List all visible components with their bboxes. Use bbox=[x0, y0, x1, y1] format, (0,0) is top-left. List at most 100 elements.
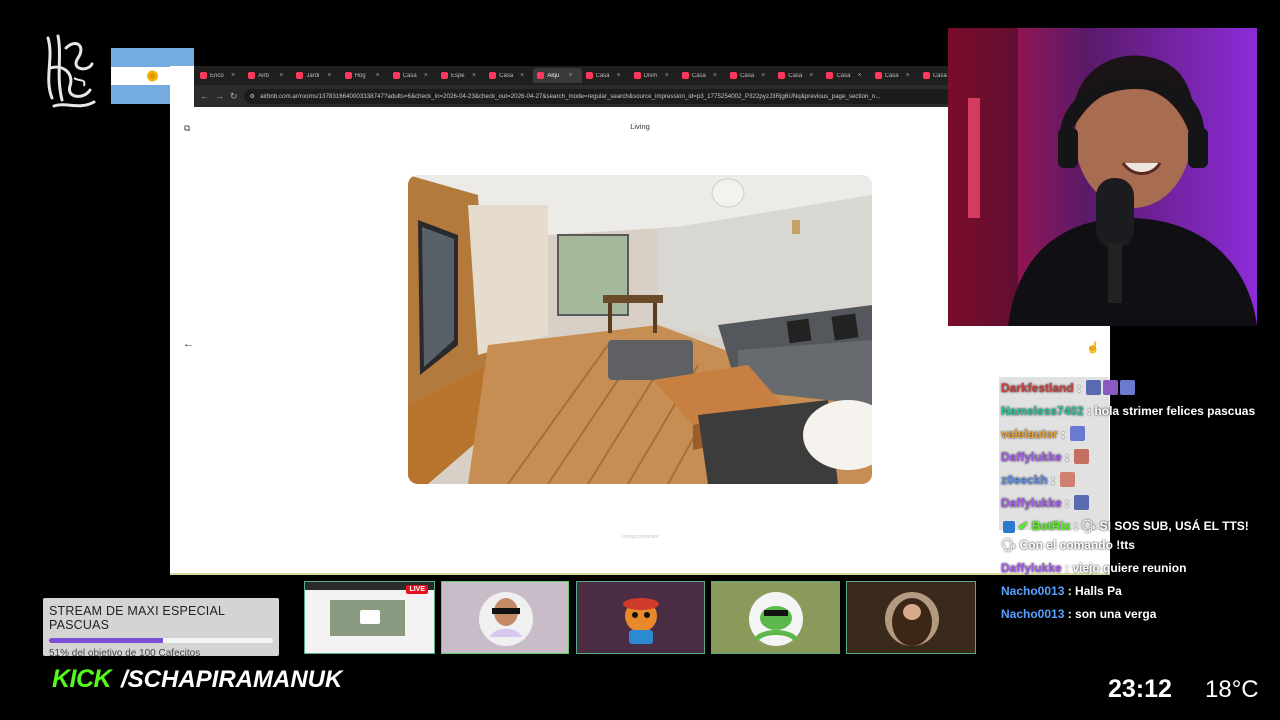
tab-close-icon[interactable]: × bbox=[857, 72, 861, 79]
browser-tab[interactable]: Alqu × bbox=[533, 68, 582, 83]
channel-name: /SCHAPIRAMANUK bbox=[121, 666, 343, 693]
tab-close-icon[interactable]: × bbox=[424, 72, 428, 79]
chat-emote-icon bbox=[1074, 449, 1090, 464]
tab-close-icon[interactable]: × bbox=[617, 72, 621, 79]
browser-tab[interactable]: Casa × bbox=[678, 68, 726, 83]
chat-username[interactable]: Daffylukke bbox=[1001, 561, 1062, 575]
browser-tab[interactable]: Jardi × bbox=[292, 68, 340, 83]
tab-close-icon[interactable]: × bbox=[231, 72, 235, 79]
browser-tab[interactable]: Enco × bbox=[196, 68, 244, 83]
forward-icon[interactable]: → bbox=[215, 91, 224, 101]
chat-username[interactable]: Daffylukke bbox=[1001, 496, 1062, 510]
browser-tab[interactable]: Airb × bbox=[244, 68, 292, 83]
chat-text: Halls Pa bbox=[1075, 584, 1122, 598]
webcam-feed bbox=[948, 28, 1257, 326]
previous-photo-icon[interactable]: ← bbox=[183, 338, 194, 350]
tab-close-icon[interactable]: × bbox=[376, 72, 380, 79]
thumbnail-avatar-gremlin bbox=[576, 581, 705, 654]
back-icon[interactable]: ← bbox=[200, 91, 209, 101]
browser-tab[interactable]: Casa × bbox=[485, 68, 533, 83]
browser-tab[interactable]: Hog × bbox=[341, 68, 389, 83]
tab-close-icon[interactable]: × bbox=[809, 72, 813, 79]
chat-username[interactable]: BotRix bbox=[1032, 519, 1071, 533]
site-info-icon[interactable]: ⚙ bbox=[250, 93, 256, 100]
airbnb-favicon-icon bbox=[200, 72, 207, 79]
tab-close-icon[interactable]: × bbox=[665, 72, 669, 79]
airbnb-favicon-icon bbox=[537, 72, 545, 79]
chat-emote-icon bbox=[1103, 380, 1119, 395]
chat-message: z0eeckh : bbox=[999, 469, 1269, 492]
chat-message: Daffylukke : bbox=[999, 446, 1269, 469]
browser-tab[interactable]: Casa × bbox=[389, 68, 437, 83]
airbnb-favicon-icon bbox=[922, 72, 930, 79]
tab-label: Casa bbox=[740, 72, 755, 79]
avatar-gremlin-icon bbox=[623, 598, 659, 644]
browser-tab[interactable]: Espe × bbox=[437, 68, 485, 83]
tab-label: Alqu bbox=[547, 72, 560, 79]
browser-tab[interactable]: Casa × bbox=[871, 68, 919, 83]
chat-username[interactable]: valelautor bbox=[1001, 427, 1058, 441]
airbnb-favicon-icon bbox=[344, 72, 352, 79]
cursor-hand-icon: ☝ bbox=[1086, 342, 1100, 354]
browser-tab[interactable]: Divin × bbox=[630, 68, 678, 83]
chat-username[interactable]: Daffylukke bbox=[1001, 450, 1062, 464]
browser-tab[interactable]: Casa × bbox=[774, 68, 822, 83]
url-text: airbnb.com.ar/rooms/1378316640003338747?… bbox=[260, 92, 881, 100]
chat-message: Nameless7402 : hola strimer felices pasc… bbox=[1001, 404, 1256, 418]
chat-username[interactable]: z0eeckh bbox=[1001, 473, 1048, 487]
tab-close-icon[interactable]: × bbox=[327, 72, 331, 79]
chat-text: son una verga bbox=[1075, 607, 1157, 621]
tab-label: Casa bbox=[402, 72, 417, 79]
thumbnail-avatar-sunglasses bbox=[441, 581, 569, 654]
browser-tab[interactable]: Casa × bbox=[822, 68, 870, 83]
live-preview-thumbnail: LIVE bbox=[304, 581, 435, 654]
tab-label: Casa bbox=[595, 72, 610, 79]
chat-panel: Darkfestland : Nameless7402 : hola strim… bbox=[999, 377, 1269, 626]
temperature-display: 18°C bbox=[1205, 676, 1259, 703]
chat-message: ✔ BotRix : 🗣 SI SOS SUB, USÁ EL TTS! 🗣 C… bbox=[1001, 519, 1249, 552]
tab-close-icon[interactable]: × bbox=[761, 72, 765, 79]
browser-tab[interactable]: Casa × bbox=[582, 68, 630, 83]
live-badge: LIVE bbox=[406, 585, 428, 594]
tab-close-icon[interactable]: × bbox=[472, 72, 476, 79]
tab-close-icon[interactable]: × bbox=[906, 72, 910, 79]
reload-icon[interactable]: ↻ bbox=[230, 91, 238, 102]
avatar-frog-icon bbox=[749, 592, 803, 646]
goal-subtitle: 51% del objetivo de 100 Cafecitos bbox=[49, 648, 201, 659]
chat-emote-icon bbox=[1086, 380, 1102, 395]
tab-label: Hog bbox=[354, 72, 366, 79]
airbnb-favicon-icon bbox=[778, 72, 786, 79]
chat-username[interactable]: Darkfestland bbox=[1001, 381, 1074, 395]
airbnb-favicon-icon bbox=[489, 72, 497, 79]
chat-emote-icon bbox=[1060, 472, 1076, 487]
living-room-photo[interactable] bbox=[408, 175, 872, 484]
tab-close-icon[interactable]: × bbox=[713, 72, 717, 79]
chat-username[interactable]: Nacho0013 bbox=[1001, 584, 1064, 598]
chat-message: Daffylukke : bbox=[999, 492, 1269, 515]
airbnb-favicon-icon bbox=[392, 72, 400, 79]
tab-close-icon[interactable]: × bbox=[279, 72, 283, 79]
tab-label: Enco bbox=[210, 72, 224, 79]
tab-label: Airb bbox=[258, 72, 269, 79]
tab-close-icon[interactable]: × bbox=[568, 72, 572, 79]
bot-badge-icon bbox=[1003, 521, 1015, 533]
chat-username[interactable]: Nameless7402 bbox=[1001, 404, 1084, 418]
tab-label: Espe bbox=[450, 72, 465, 79]
chat-emote-icon bbox=[1070, 426, 1086, 441]
tab-label: Casa bbox=[836, 72, 851, 79]
tab-label: Divin bbox=[643, 72, 658, 79]
chat-text: hola strimer felices pascuas bbox=[1094, 404, 1256, 418]
thumbnail-avatar-hagrid bbox=[846, 581, 976, 654]
photo-caption: Living comedor bbox=[621, 534, 659, 540]
browser-tab[interactable]: Casa × bbox=[726, 68, 774, 83]
tab-label: Casa bbox=[499, 72, 514, 79]
chat-emote-icon bbox=[1120, 380, 1136, 395]
goal-progress-fill bbox=[49, 638, 164, 643]
tab-close-icon[interactable]: × bbox=[520, 72, 524, 79]
airbnb-favicon-icon bbox=[730, 72, 738, 79]
airbnb-favicon-icon bbox=[585, 72, 593, 79]
airbnb-favicon-icon bbox=[681, 72, 689, 79]
chat-message: Darkfestland : bbox=[999, 377, 1269, 400]
goal-title: STREAM DE MAXI ESPECIAL PASCUAS bbox=[49, 604, 225, 632]
chat-username[interactable]: Nacho0013 bbox=[1001, 607, 1064, 621]
